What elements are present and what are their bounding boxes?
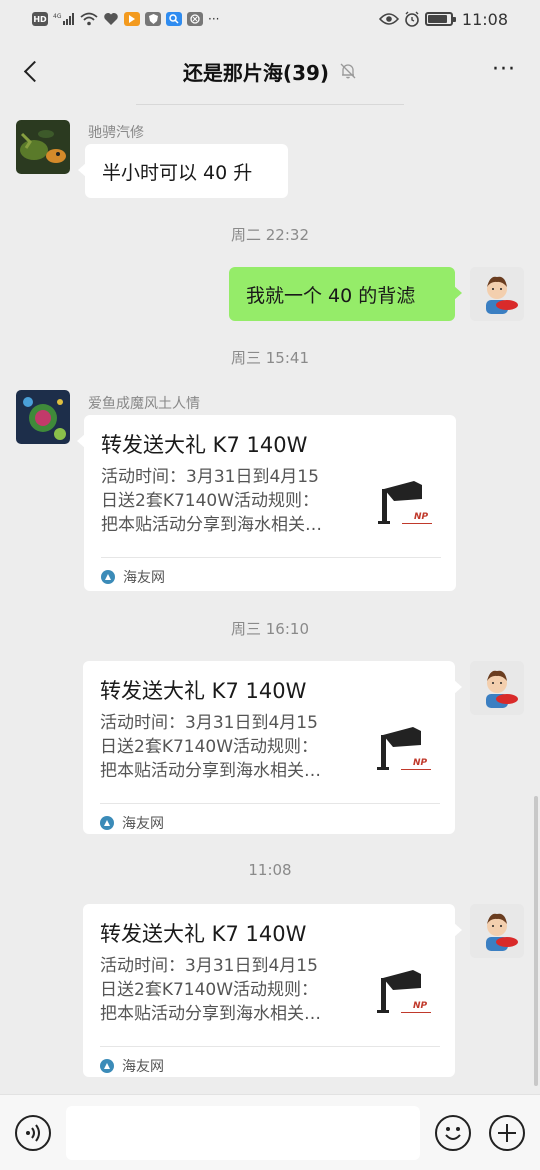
- card-desc-line: 活动时间：3月31日到4月15: [100, 956, 318, 976]
- product-thumbnail: NP: [374, 471, 440, 543]
- message-bubble[interactable]: 半小时可以 40 升: [78, 144, 288, 198]
- link-card[interactable]: 转发送大礼 K7 140W 活动时间：3月31日到4月15 日送2套K7140W…: [83, 904, 462, 1077]
- avatar[interactable]: [16, 390, 70, 444]
- message-bubble[interactable]: 我就一个 40 的背滤: [229, 267, 462, 321]
- card-desc-line: 活动时间：3月31日到4月15: [100, 713, 318, 733]
- avatar[interactable]: [470, 904, 524, 958]
- svg-text:NP: NP: [413, 1001, 428, 1011]
- avatar[interactable]: [16, 120, 70, 174]
- eye-icon: [378, 11, 399, 27]
- voice-input-button[interactable]: [15, 1115, 51, 1151]
- sender-name: 驰骋汽修: [88, 125, 144, 141]
- divider: [136, 104, 404, 105]
- shield-app-icon: [145, 12, 161, 26]
- svg-text:NP: NP: [414, 512, 429, 522]
- card-source-label: 海友网: [122, 1059, 164, 1075]
- source-app-icon: [101, 570, 115, 584]
- status-left: HD 4G ···: [32, 11, 219, 27]
- card-desc-line: 活动时间：3月31日到4月15: [101, 467, 319, 487]
- card-description: 活动时间：3月31日到4月15 日送2套K7140W活动规则： 把本贴活动分享到…: [100, 954, 362, 1026]
- search-app-icon: [166, 12, 182, 26]
- status-bar: HD 4G ··· 11:08: [0, 0, 540, 38]
- chat-title-wrap: 还是那片海(39): [183, 57, 357, 86]
- video-app-icon: [124, 12, 140, 26]
- alarm-icon: [404, 11, 420, 27]
- emoji-button[interactable]: [435, 1115, 471, 1151]
- card-desc-line: 把本贴活动分享到海水相关…: [101, 515, 322, 535]
- card-divider: [101, 557, 441, 558]
- svg-text:NP: NP: [413, 758, 428, 768]
- timestamp: 11:08: [248, 861, 292, 879]
- status-time: 11:08: [461, 9, 508, 29]
- message-text: 半小时可以 40 升: [102, 161, 253, 184]
- sender-name: 爱鱼成魔风土人情: [88, 396, 200, 412]
- card-source: 海友网: [100, 1056, 164, 1076]
- card-divider: [100, 1046, 440, 1047]
- card-desc-line: 把本贴活动分享到海水相关…: [100, 761, 321, 781]
- card-title: 转发送大礼 K7 140W: [100, 679, 307, 703]
- card-desc-line: 把本贴活动分享到海水相关…: [100, 1004, 321, 1024]
- emoji-icon: [445, 1127, 461, 1140]
- card-source: 海友网: [100, 813, 164, 833]
- card-divider: [100, 803, 440, 804]
- link-card[interactable]: 转发送大礼 K7 140W 活动时间：3月31日到4月15 日送2套K7140W…: [83, 661, 462, 834]
- more-options-button[interactable]: ···: [492, 59, 516, 81]
- source-app-icon: [100, 816, 114, 830]
- 4g-signal-icon: 4G: [53, 11, 75, 27]
- more-actions-button[interactable]: [489, 1115, 525, 1151]
- voice-icon: [26, 1124, 40, 1142]
- product-thumbnail: NP: [373, 717, 439, 789]
- avatar[interactable]: [470, 661, 524, 715]
- card-desc-line: 日送2套K7140W活动规则：: [100, 980, 319, 1000]
- more-notifications-icon: ···: [208, 12, 220, 26]
- source-app-icon: [100, 1059, 114, 1073]
- card-desc-line: 日送2套K7140W活动规则：: [100, 737, 319, 757]
- link-card[interactable]: 转发送大礼 K7 140W 活动时间：3月31日到4月15 日送2套K7140W…: [77, 415, 456, 591]
- card-source-label: 海友网: [122, 816, 164, 832]
- timestamp: 周三 15:41: [231, 349, 309, 367]
- scrollbar[interactable]: [534, 796, 538, 1086]
- chat-title: 还是那片海(39): [182, 60, 330, 85]
- status-right: 11:08: [378, 9, 508, 29]
- heart-app-icon: [103, 11, 119, 27]
- timestamp: 周二 22:32: [231, 226, 309, 244]
- battery-icon: [424, 11, 456, 27]
- input-bar: [0, 1094, 540, 1170]
- card-desc-line: 日送2套K7140W活动规则：: [101, 491, 320, 511]
- product-thumbnail: NP: [373, 960, 439, 1032]
- chat-messages[interactable]: 驰骋汽修 半小时可以 40 升 周二 22:32 我就一个 40 的背滤 周三 …: [0, 104, 540, 1094]
- back-button[interactable]: [16, 56, 46, 86]
- timestamp: 周三 16:10: [231, 620, 309, 638]
- svg-text:4G: 4G: [53, 13, 62, 20]
- card-description: 活动时间：3月31日到4月15 日送2套K7140W活动规则： 把本贴活动分享到…: [101, 465, 363, 537]
- card-description: 活动时间：3月31日到4月15 日送2套K7140W活动规则： 把本贴活动分享到…: [100, 711, 362, 783]
- browser-app-icon: [187, 12, 203, 26]
- card-title: 转发送大礼 K7 140W: [100, 922, 307, 946]
- avatar[interactable]: [470, 267, 524, 321]
- mute-bell-icon: [340, 63, 356, 79]
- hd-icon: HD: [32, 12, 48, 26]
- card-source: 海友网: [101, 567, 165, 587]
- message-input[interactable]: [66, 1106, 420, 1160]
- card-source-label: 海友网: [123, 570, 165, 586]
- message-text: 我就一个 40 的背滤: [246, 284, 416, 307]
- chat-header: 还是那片海(39) ···: [0, 38, 540, 104]
- card-title: 转发送大礼 K7 140W: [101, 433, 308, 457]
- wifi-icon: [80, 11, 98, 27]
